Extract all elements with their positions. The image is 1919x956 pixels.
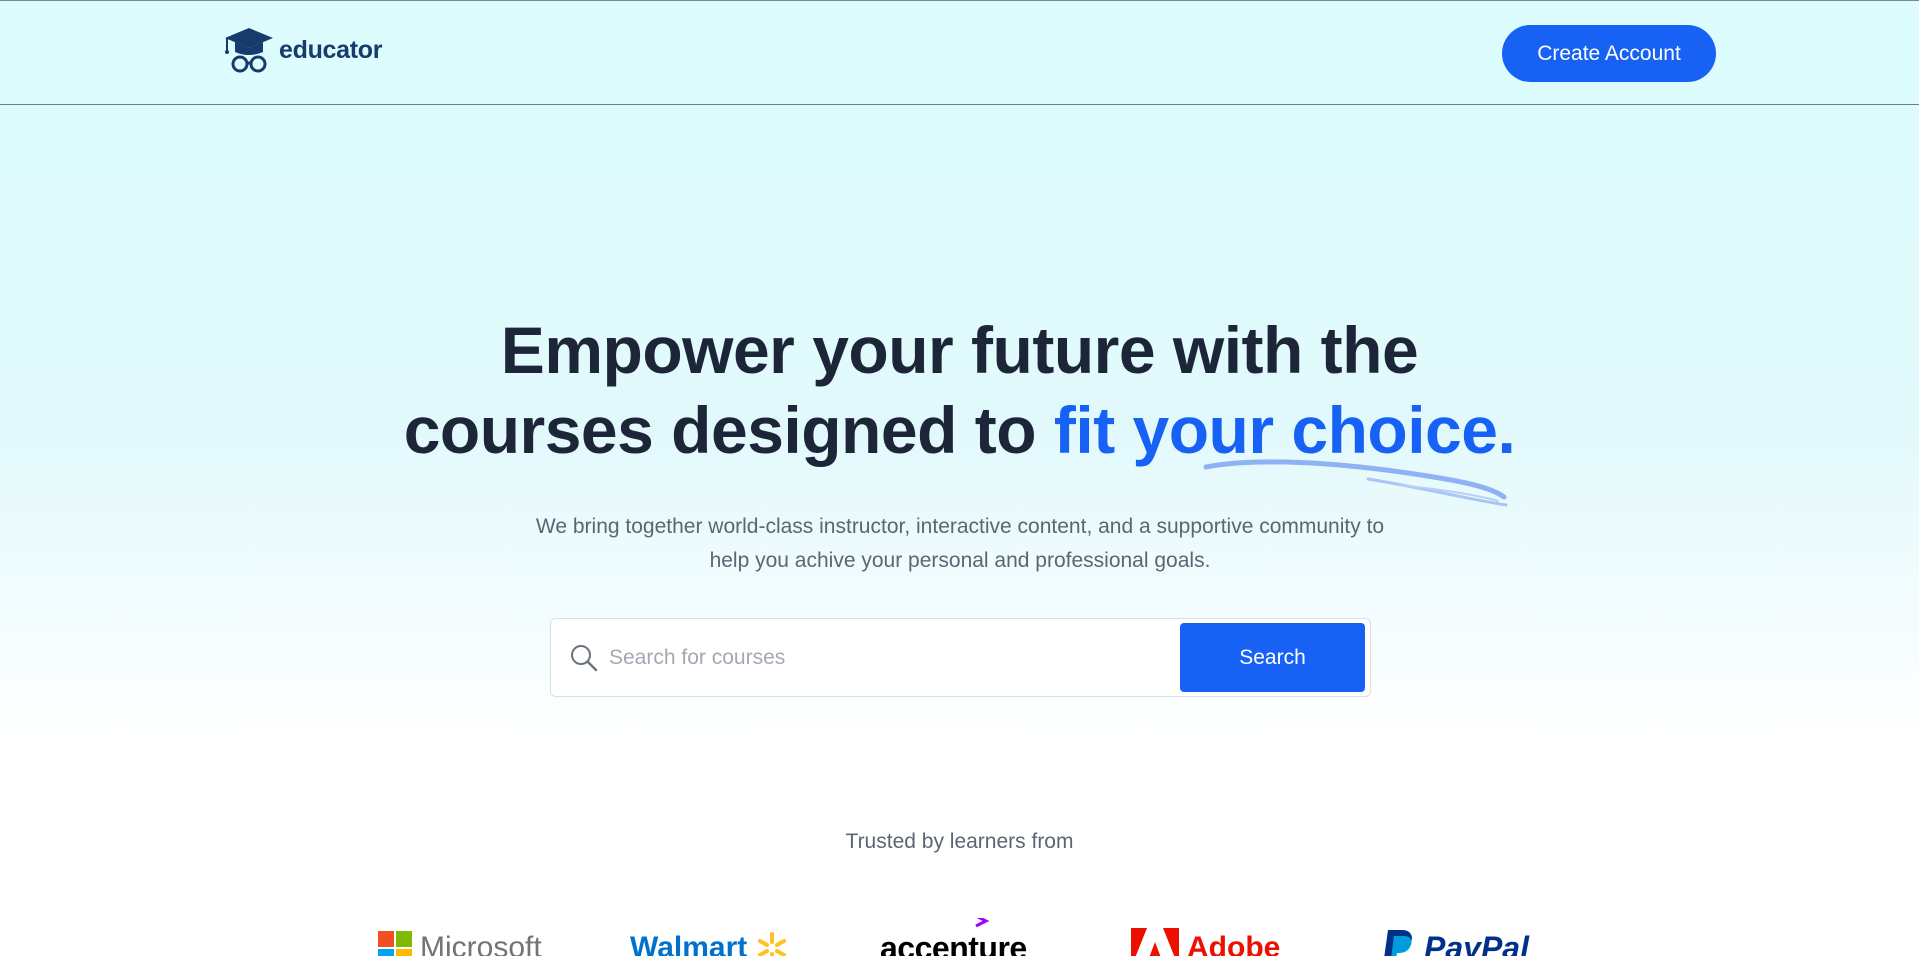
hero-title: Empower your future with the courses des… [0,310,1919,470]
adobe-logo-text: Adobe [1187,931,1281,956]
accenture-logo: accenture [880,918,1027,956]
microsoft-squares-icon [378,931,412,956]
paypal-logo-text: PayPal [1424,929,1529,956]
accenture-chevron-icon [975,918,990,928]
top-navbar: educator Create Account [0,0,1919,105]
graduation-cap-glasses-icon [225,28,273,73]
accenture-logo-text: accenture [880,929,1027,956]
microsoft-logo: Microsoft [378,918,542,956]
walmart-logo: Walmart [630,918,789,956]
course-search-bar: Search [550,618,1371,697]
create-account-button[interactable]: Create Account [1502,25,1716,82]
hero-subtitle: We bring together world-class instructor… [460,510,1460,578]
adobe-a-icon [1131,928,1179,956]
walmart-spark-icon [758,932,787,956]
paypal-logo: PayPal [1380,918,1529,956]
hero-title-line1: Empower your future with the [500,313,1419,387]
trusted-by-label: Trusted by learners from [845,830,1074,853]
microsoft-logo-text: Microsoft [420,931,542,956]
search-input[interactable] [609,633,1169,683]
hero-title-line2: courses designed to [403,393,1054,467]
paypal-p-icon [1384,930,1412,956]
adobe-logo: Adobe [1131,918,1280,956]
underline-swoosh-decoration [1203,459,1508,507]
logo[interactable]: educator [223,26,382,74]
hero-subtitle-line1: We bring together world-class instructor… [535,515,1385,538]
search-button[interactable]: Search [1180,623,1365,692]
walmart-logo-text: Walmart [630,931,748,956]
hero-subtitle-line2: help you achive your personal and profes… [709,549,1211,572]
logo-text: educator [279,35,383,64]
search-icon [571,645,598,672]
brand-logos-row: Microsoft Walmart accenture Adobe PayPal [0,918,1919,956]
